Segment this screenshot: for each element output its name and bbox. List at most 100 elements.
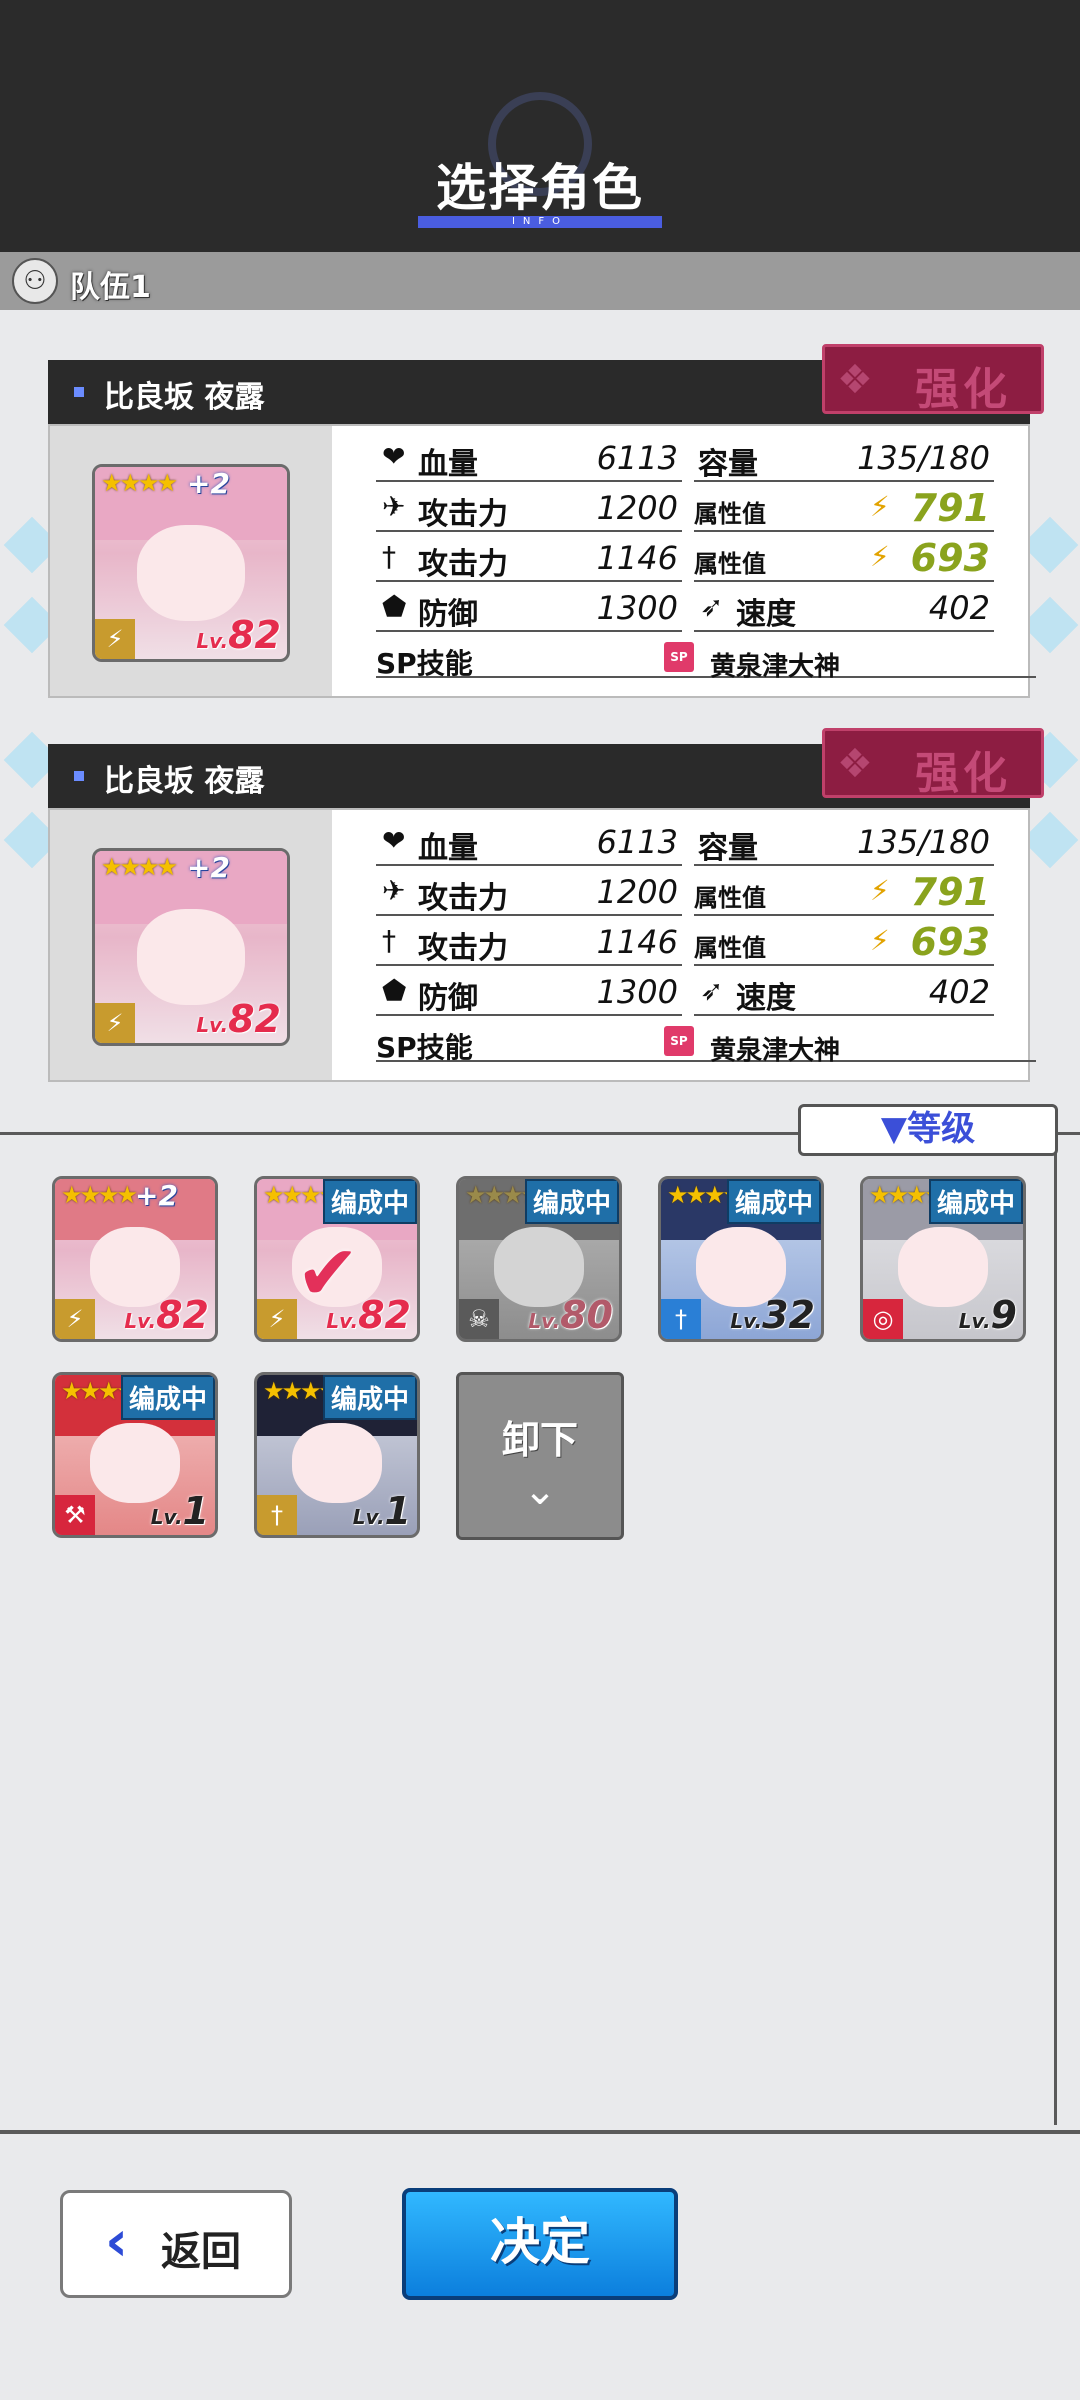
in-team-badge: 编成中	[524, 1179, 619, 1224]
character-portrait[interactable]: ★★★★ +2 ⚡ Lv.82	[92, 464, 290, 662]
sp-label: SP技能	[376, 1031, 473, 1064]
stat-value: 1300	[596, 973, 678, 1011]
sort-button[interactable]: ▼等级	[798, 1104, 1058, 1156]
stat-speed: ➶ 速度 402	[694, 970, 994, 1016]
chevron-deco-icon	[1021, 811, 1079, 869]
gun-icon: ⚡	[95, 619, 135, 659]
roster-character-3[interactable]: ★★★★ 编成中 ☠ Lv.80	[456, 1176, 622, 1342]
enhance-button[interactable]: ❖ 强化	[822, 344, 1044, 415]
stat-value: 693	[910, 536, 990, 580]
in-team-badge: 编成中	[120, 1375, 215, 1420]
lightning-icon: ⚡	[870, 924, 890, 957]
level-label: Lv.82	[196, 997, 281, 1041]
heart-icon: ❤	[382, 824, 406, 857]
sword-icon: †	[257, 1495, 297, 1535]
unequip-button[interactable]: 卸下 ⌄	[456, 1372, 624, 1540]
stat-label: 攻击力	[418, 931, 508, 966]
header: 选择角色 INFO	[0, 0, 1080, 252]
heart-icon: ❤	[382, 440, 406, 473]
in-team-badge: 编成中	[322, 1375, 417, 1420]
scrollbar[interactable]	[1054, 1135, 1057, 2125]
stat-speed: ➶ 速度 402	[694, 586, 994, 632]
stat-capacity: 容量 135/180	[694, 820, 994, 866]
level-prefix: Lv.	[528, 1309, 561, 1333]
stat-hp: ❤ 血量 6113	[376, 436, 682, 482]
character-card-1[interactable]: 比良坂 夜露 ❖ 强化 ★★★★ +2 ⚡ Lv.82 ❤ 血量 6113 容量…	[48, 344, 1044, 700]
stat-label: 速度	[736, 981, 796, 1016]
portrait-panel: ★★★★ +2 ⚡ Lv.82	[50, 810, 332, 1080]
confirm-button[interactable]: 决定	[402, 2188, 678, 2300]
stat-capacity: 容量 135/180	[694, 436, 994, 482]
shield-icon: ⬟	[382, 590, 407, 623]
enhance-icon: ❖	[837, 741, 873, 787]
stat-attack-ranged: ✈ 攻击力 1200	[376, 486, 682, 532]
gun-icon: ✈	[382, 874, 406, 907]
stat-label: 防御	[418, 597, 478, 632]
stat-attack-ranged: ✈ 攻击力 1200	[376, 870, 682, 916]
stat-label: 属性值	[694, 934, 766, 962]
level-value: 32	[762, 1293, 815, 1337]
level-value: 82	[228, 997, 281, 1041]
stat-attribute-2: 属性值 ⚡ 693	[694, 536, 994, 582]
sp-label: SP技能	[376, 647, 473, 680]
rarity-stars: ★★★★	[101, 853, 178, 881]
roster-character-5[interactable]: ★★★★ 编成中 ◎ Lv.9	[860, 1176, 1026, 1342]
enhance-label: 强化	[915, 364, 1011, 415]
portrait-face	[137, 908, 245, 1005]
stat-label: 血量	[418, 831, 478, 866]
level-value: 82	[156, 1293, 209, 1337]
skull-icon: ☠	[459, 1299, 499, 1339]
checkmark-icon: ✔	[296, 1228, 360, 1317]
card-body: ★★★★ +2 ⚡ Lv.82 ❤ 血量 6113 容量 135/180 ✈ 攻…	[48, 424, 1036, 698]
plus-badge: +2	[135, 1179, 178, 1212]
sp-skill-row: SP技能 SP 黄泉津大神	[376, 642, 1036, 682]
roster-character-6[interactable]: ★★★★ 编成中 ⚒ Lv.1	[52, 1372, 218, 1538]
team-label: 队伍1	[70, 270, 151, 305]
level-label: Lv.82	[124, 1293, 209, 1337]
shield-icon: ⬟	[382, 974, 407, 1007]
sp-skill-name: 黄泉津大神	[710, 652, 841, 682]
stat-value: 6113	[596, 439, 678, 477]
stat-value: 791	[910, 486, 990, 530]
stat-label: 容量	[698, 447, 758, 482]
gun-icon: ⚡	[257, 1299, 297, 1339]
roster-character-1[interactable]: ★★★★ +2 ⚡ Lv.82	[52, 1176, 218, 1342]
sword-icon: †	[661, 1299, 701, 1339]
stat-label: 属性值	[694, 884, 766, 912]
stat-value: 1146	[596, 539, 678, 577]
page-subtitle: INFO	[511, 216, 569, 227]
page-title: 选择角色	[436, 159, 644, 217]
level-label: Lv.1	[151, 1489, 209, 1533]
level-value: 80	[560, 1293, 613, 1337]
stat-label: 攻击力	[418, 547, 508, 582]
in-team-badge: 编成中	[322, 1179, 417, 1224]
roster-character-7[interactable]: ★★★★ 编成中 † Lv.1	[254, 1372, 420, 1538]
stat-hp: ❤ 血量 6113	[376, 820, 682, 866]
name-marker	[74, 771, 84, 781]
stat-attribute-1: 属性值 ⚡ 791	[694, 870, 994, 916]
level-value: 82	[358, 1293, 411, 1337]
level-value: 1	[182, 1489, 209, 1533]
stat-value: 402	[928, 973, 990, 1011]
back-button[interactable]: ‹ 返回	[60, 2190, 292, 2298]
character-card-2[interactable]: 比良坂 夜露 ❖ 强化 ★★★★ +2 ⚡ Lv.82 ❤ 血量 6113 容量…	[48, 728, 1044, 1084]
level-label: Lv.9	[959, 1293, 1017, 1337]
level-label: Lv.80	[528, 1293, 613, 1337]
enhance-button[interactable]: ❖ 强化	[822, 728, 1044, 799]
sword-icon: †	[382, 540, 396, 573]
stat-label: 攻击力	[418, 881, 508, 916]
roster-character-4[interactable]: ★★★★ 编成中 † Lv.32	[658, 1176, 824, 1342]
level-prefix: Lv.	[124, 1309, 157, 1333]
character-portrait[interactable]: ★★★★ +2 ⚡ Lv.82	[92, 848, 290, 1046]
stat-label: 防御	[418, 981, 478, 1016]
level-prefix: Lv.	[196, 1013, 229, 1037]
footer-divider	[0, 2130, 1080, 2134]
stat-label: 攻击力	[418, 497, 508, 532]
stat-label: 容量	[698, 831, 758, 866]
team-icon: ⚇	[12, 258, 58, 304]
plus-badge: +2	[187, 851, 230, 884]
sp-skill-name: 黄泉津大神	[710, 1036, 841, 1066]
enhance-icon: ❖	[837, 357, 873, 403]
in-team-badge: 编成中	[726, 1179, 821, 1224]
enhance-label: 强化	[915, 748, 1011, 799]
